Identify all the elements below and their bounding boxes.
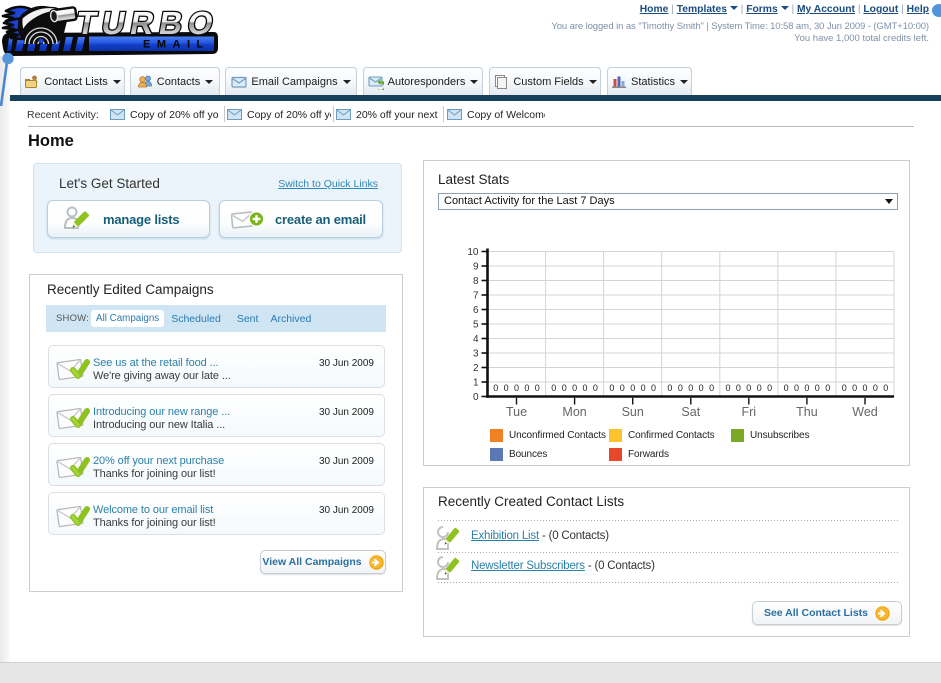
svg-text:0: 0 [736,383,741,393]
svg-text:0: 0 [609,383,614,393]
svg-text:0: 0 [688,383,693,393]
svg-text:6: 6 [473,305,479,316]
svg-text:0: 0 [767,383,772,393]
svg-text:Fri: Fri [742,405,757,419]
svg-text:0: 0 [630,383,635,393]
svg-text:0: 0 [493,383,498,393]
svg-text:0: 0 [678,383,683,393]
svg-text:0: 0 [725,383,730,393]
svg-text:0: 0 [794,383,799,393]
svg-text:0: 0 [883,383,888,393]
svg-text:0: 0 [873,383,878,393]
svg-text:10: 10 [467,247,479,258]
svg-text:0: 0 [473,392,479,403]
svg-text:0: 0 [815,383,820,393]
svg-text:0: 0 [504,383,509,393]
svg-text:0: 0 [651,383,656,393]
svg-text:0: 0 [852,383,857,393]
svg-text:Mon: Mon [562,405,586,419]
svg-text:9: 9 [473,262,479,273]
svg-text:0: 0 [699,383,704,393]
svg-text:7: 7 [473,291,479,302]
svg-text:0: 0 [562,383,567,393]
svg-text:0: 0 [804,383,809,393]
svg-text:Sat: Sat [681,405,700,419]
svg-text:5: 5 [473,320,479,331]
svg-text:Wed: Wed [852,405,878,419]
svg-text:0: 0 [572,383,577,393]
svg-text:0: 0 [593,383,598,393]
svg-text:0: 0 [535,383,540,393]
svg-text:0: 0 [757,383,762,393]
svg-text:0: 0 [746,383,751,393]
svg-text:0: 0 [524,383,529,393]
svg-text:0: 0 [514,383,519,393]
svg-text:0: 0 [620,383,625,393]
svg-text:0: 0 [551,383,556,393]
svg-text:2: 2 [473,363,479,374]
svg-text:8: 8 [473,276,479,287]
svg-text:0: 0 [709,383,714,393]
svg-text:4: 4 [473,334,479,345]
svg-text:0: 0 [784,383,789,393]
svg-text:0: 0 [825,383,830,393]
svg-text:Tue: Tue [506,405,527,419]
svg-text:0: 0 [842,383,847,393]
svg-text:Thu: Thu [796,405,818,419]
svg-text:1: 1 [473,378,479,389]
svg-text:0: 0 [641,383,646,393]
svg-text:3: 3 [473,349,479,360]
svg-text:0: 0 [862,383,867,393]
svg-text:0: 0 [667,383,672,393]
svg-text:Sun: Sun [622,405,644,419]
svg-text:0: 0 [582,383,587,393]
